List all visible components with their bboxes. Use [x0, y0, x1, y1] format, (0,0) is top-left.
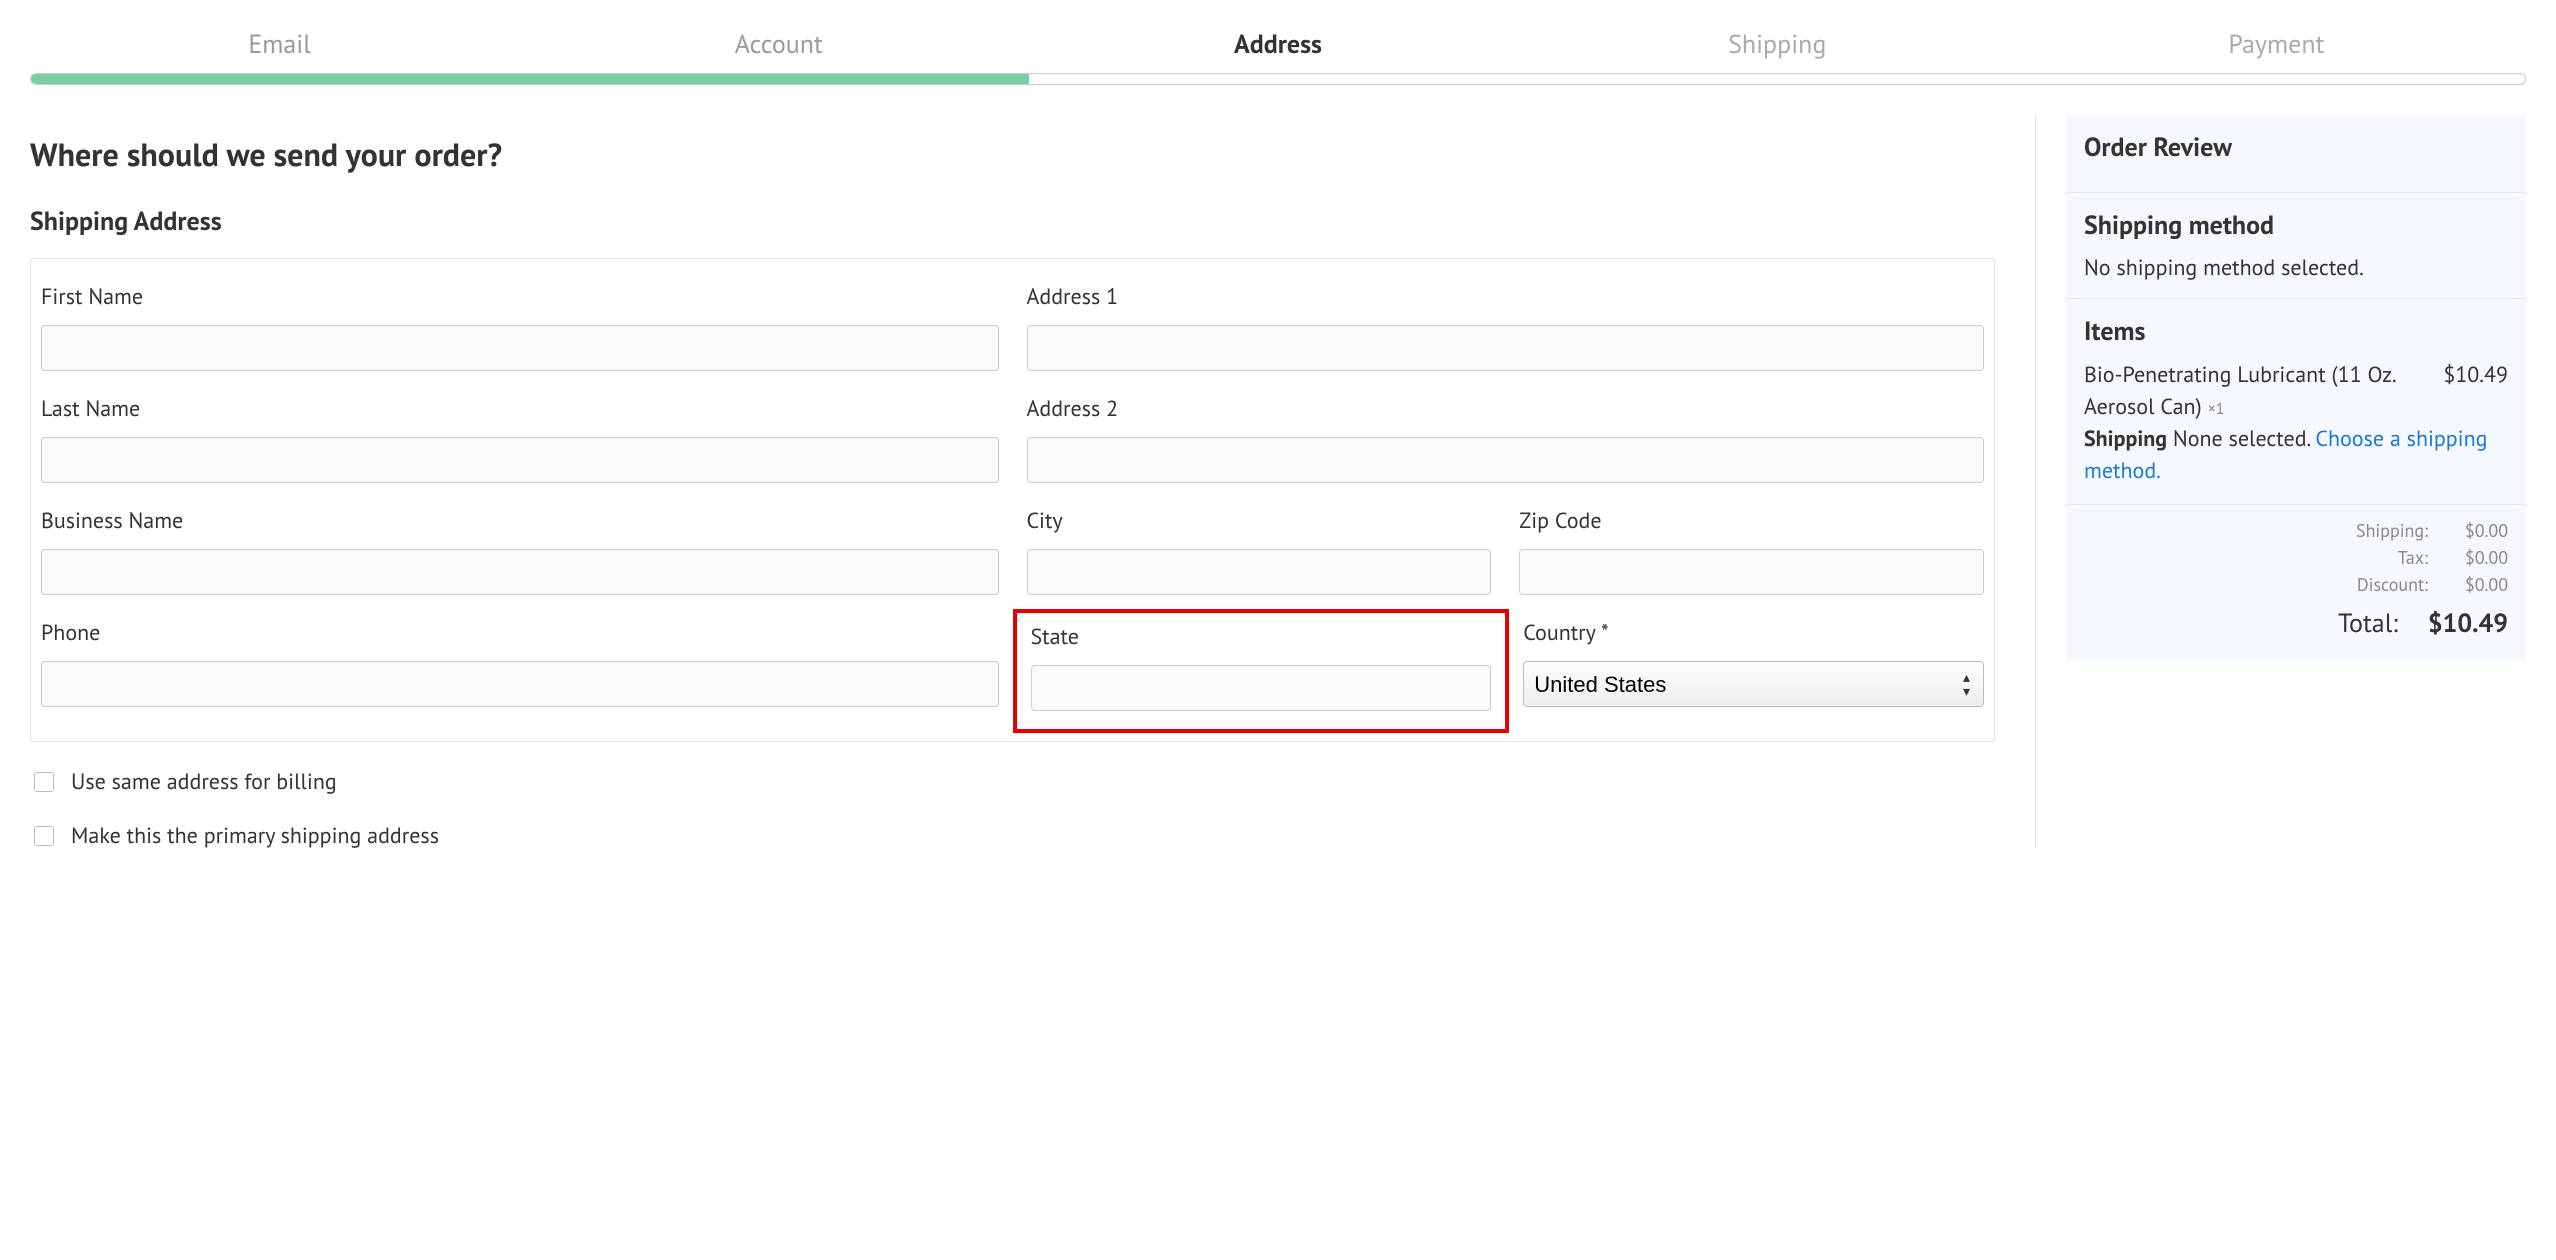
last-name-label: Last Name	[41, 395, 999, 423]
checkout-page: Email Account Address Shipping Payment W…	[0, 28, 2556, 850]
shipping-method-text: No shipping method selected.	[2084, 254, 2508, 282]
country-label: Country *	[1523, 619, 1984, 647]
discount-total-value: $0.00	[2438, 571, 2508, 598]
checkout-steps: Email Account Address Shipping Payment	[30, 28, 2526, 73]
order-item: $10.49 Bio-Penetrating Lubricant (11 Oz.…	[2084, 360, 2508, 424]
first-name-label: First Name	[41, 283, 999, 311]
phone-label: Phone	[41, 619, 999, 647]
address2-input[interactable]	[1027, 437, 1985, 483]
shipping-address-form: First Name Last Name Business Name Phone	[30, 258, 1995, 742]
business-name-input[interactable]	[41, 549, 999, 595]
step-account[interactable]: Account	[529, 28, 1028, 73]
item-qty: ×1	[2208, 399, 2225, 419]
zip-input[interactable]	[1519, 549, 1984, 595]
address2-label: Address 2	[1027, 395, 1985, 423]
section-title: Shipping Address	[30, 205, 1995, 238]
shipping-total-value: $0.00	[2438, 517, 2508, 544]
state-field-highlight: State	[1013, 609, 1510, 733]
items-title: Items	[2084, 315, 2508, 348]
state-label: State	[1031, 623, 1492, 651]
address1-label: Address 1	[1027, 283, 1985, 311]
tax-total-label: Tax:	[2398, 544, 2428, 571]
shipping-line: Shipping None selected. Choose a shippin…	[2084, 424, 2508, 488]
shipping-value: None selected.	[2173, 425, 2310, 453]
primary-address-label: Make this the primary shipping address	[71, 822, 439, 850]
totals: Shipping: $0.00 Tax: $0.00 Discount: $0.…	[2066, 505, 2526, 661]
zip-label: Zip Code	[1519, 507, 1984, 535]
shipping-method-title: Shipping method	[2084, 209, 2508, 242]
city-input[interactable]	[1027, 549, 1492, 595]
tax-total-value: $0.00	[2438, 544, 2508, 571]
same-billing-label: Use same address for billing	[71, 768, 337, 796]
progress-bar	[30, 73, 2526, 85]
first-name-input[interactable]	[41, 325, 999, 371]
grand-total-label: Total:	[2338, 604, 2398, 643]
step-address[interactable]: Address	[1028, 28, 1527, 73]
primary-address-checkbox[interactable]	[34, 826, 54, 846]
step-shipping[interactable]: Shipping	[1528, 28, 2027, 73]
order-review-panel: Order Review Shipping method No shipping…	[2066, 115, 2526, 661]
step-email[interactable]: Email	[30, 28, 529, 73]
progress-fill	[31, 74, 1029, 84]
shipping-label: Shipping	[2084, 425, 2167, 453]
shipping-total-label: Shipping:	[2356, 517, 2428, 544]
item-name: Bio-Penetrating Lubricant (11 Oz. Aeroso…	[2084, 361, 2395, 421]
business-name-label: Business Name	[41, 507, 999, 535]
discount-total-label: Discount:	[2357, 571, 2428, 598]
item-price: $10.49	[2443, 360, 2508, 392]
phone-input[interactable]	[41, 661, 999, 707]
page-title: Where should we send your order?	[30, 133, 1995, 175]
address-form-column: Where should we send your order? Shippin…	[30, 115, 2036, 850]
same-billing-checkbox[interactable]	[34, 772, 54, 792]
city-label: City	[1027, 507, 1492, 535]
order-review-title: Order Review	[2084, 131, 2508, 164]
grand-total-value: $10.49	[2408, 604, 2508, 643]
step-payment[interactable]: Payment	[2027, 28, 2526, 73]
last-name-input[interactable]	[41, 437, 999, 483]
address1-input[interactable]	[1027, 325, 1985, 371]
country-select[interactable]: United States	[1523, 661, 1984, 707]
state-input[interactable]	[1031, 665, 1492, 711]
